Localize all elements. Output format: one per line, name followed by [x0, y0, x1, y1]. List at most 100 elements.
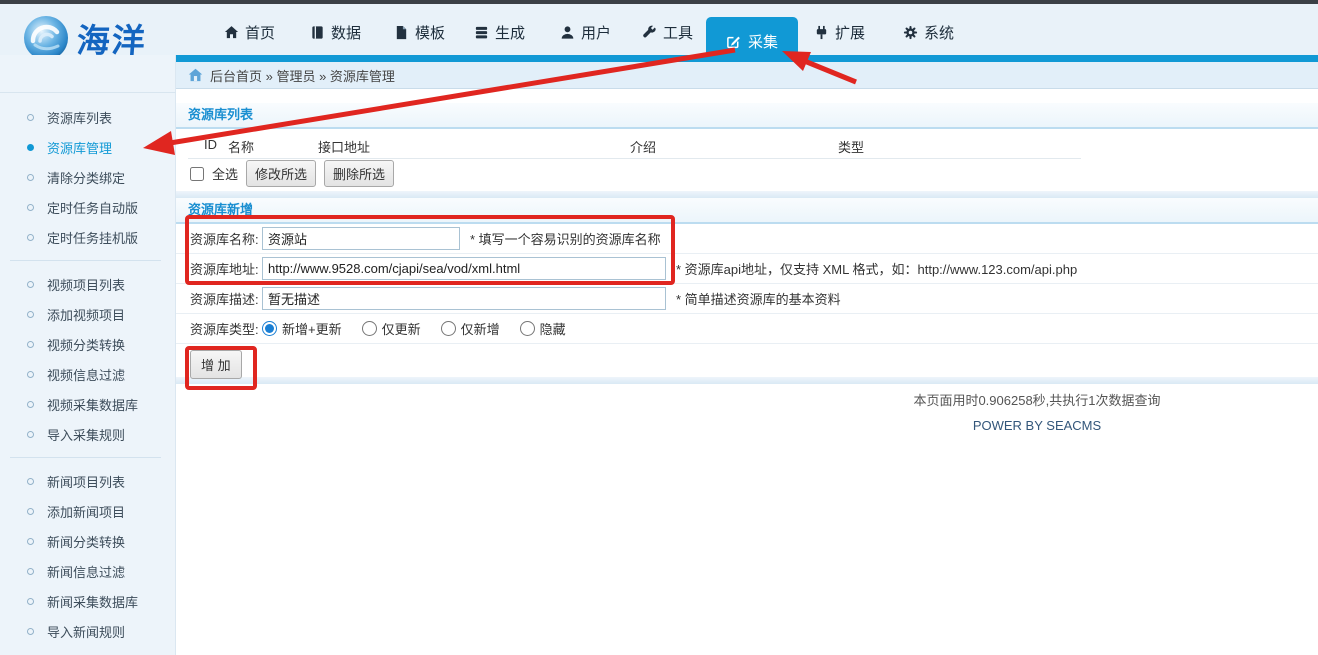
modify-selected-button[interactable]: 修改所选: [246, 160, 316, 187]
desc-label: 资源库描述:: [190, 289, 262, 308]
url-hint: * 资源库api地址，仅支持 XML 格式，如：http://www.123.c…: [676, 259, 1077, 278]
sidebar-top-rule: [0, 92, 176, 93]
sidebar-item-import-news-rules[interactable]: 导入新闻规则: [0, 616, 175, 646]
bullet-icon: [27, 114, 34, 121]
select-all-checkbox[interactable]: [190, 167, 204, 181]
column-id: ID: [204, 137, 217, 152]
generate-icon: [474, 25, 489, 40]
bullet-icon: [27, 568, 34, 575]
nav-item-template[interactable]: 模板: [394, 17, 445, 47]
page-footer: 本页面用时0.906258秒,共执行1次数据查询 POWER BY SEACMS: [752, 390, 1318, 433]
bullet-icon: [27, 508, 34, 515]
radio-update-only-input[interactable]: [362, 321, 377, 336]
desc-hint: * 简单描述资源库的基本资料: [676, 289, 841, 308]
radio-add-only[interactable]: 仅新增: [441, 319, 500, 338]
breadcrumb-text: 后台首页 » 管理员 » 资源库管理: [210, 66, 395, 85]
sidebar-item-news-collect-db[interactable]: 新闻采集数据库: [0, 586, 175, 616]
breadcrumb-home-icon: [188, 68, 203, 82]
column-api-url: 接口地址: [318, 137, 370, 156]
radio-add-update-input[interactable]: [262, 321, 277, 336]
sidebar-item-resource-list[interactable]: 资源库列表: [0, 102, 175, 132]
database-icon: [310, 25, 325, 40]
select-all-label: 全选: [212, 164, 238, 183]
column-type: 类型: [838, 137, 864, 156]
gear-icon: [903, 25, 918, 40]
bullet-icon: [27, 311, 34, 318]
sidebar-item-news-category-convert[interactable]: 新闻分类转换: [0, 526, 175, 556]
page-stats: 本页面用时0.906258秒,共执行1次数据查询: [752, 390, 1318, 409]
sidebar-item-import-collect-rules[interactable]: 导入采集规则: [0, 419, 175, 449]
submit-row: 增 加: [176, 344, 1318, 377]
resource-new-panel-title: 资源库新增: [176, 198, 1318, 224]
sidebar-item-add-video-project[interactable]: 添加视频项目: [0, 299, 175, 329]
bullet-icon: [27, 628, 34, 635]
sidebar: 资源库列表 资源库管理 清除分类绑定 定时任务自动版 定时任务挂机版 视频项目列…: [0, 55, 176, 655]
resource-url-input[interactable]: [262, 257, 666, 280]
template-icon: [394, 25, 409, 40]
header: 海洋 首页 数据 模板 生成 用户 工具 采集 扩展 系统: [0, 4, 1318, 55]
main-content: 资源库列表 ID 名称 接口地址 介绍 类型 全选 修改所选 删除所选 资源库新…: [176, 90, 1318, 655]
bullet-icon: [27, 144, 34, 151]
bullet-icon: [27, 174, 34, 181]
bullet-icon: [27, 478, 34, 485]
column-intro: 介绍: [630, 137, 656, 156]
plug-icon: [814, 25, 829, 40]
url-label: 资源库地址:: [190, 259, 262, 278]
add-button[interactable]: 增 加: [190, 350, 242, 379]
type-label: 资源库类型:: [190, 319, 262, 338]
bullet-icon: [27, 371, 34, 378]
radio-update-only[interactable]: 仅更新: [362, 319, 421, 338]
power-by: POWER BY SEACMS: [752, 418, 1318, 433]
sidebar-item-video-info-filter[interactable]: 视频信息过滤: [0, 359, 175, 389]
bullet-icon: [27, 598, 34, 605]
radio-hidden[interactable]: 隐藏: [520, 319, 566, 338]
nav-item-home[interactable]: 首页: [224, 17, 275, 47]
wrench-icon: [642, 25, 657, 40]
sidebar-item-video-project-list[interactable]: 视频项目列表: [0, 269, 175, 299]
sidebar-item-video-category-convert[interactable]: 视频分类转换: [0, 329, 175, 359]
resource-name-input[interactable]: [262, 227, 460, 250]
panel-bottom-bar: [176, 377, 1318, 384]
form-row-desc: 资源库描述: * 简单描述资源库的基本资料: [176, 284, 1318, 314]
radio-add-only-input[interactable]: [441, 321, 456, 336]
nav-item-tools[interactable]: 工具: [642, 17, 693, 47]
sidebar-divider: [10, 457, 161, 458]
list-controls-row: 全选 修改所选 删除所选: [176, 159, 1318, 188]
sidebar-item-resource-manage[interactable]: 资源库管理: [0, 132, 175, 162]
nav-item-extension[interactable]: 扩展: [814, 17, 865, 47]
nav-item-generate[interactable]: 生成: [474, 17, 525, 47]
nav-item-data[interactable]: 数据: [310, 17, 361, 47]
sidebar-item-clear-category-binding[interactable]: 清除分类绑定: [0, 162, 175, 192]
sidebar-item-news-info-filter[interactable]: 新闻信息过滤: [0, 556, 175, 586]
breadcrumb: 后台首页 » 管理员 » 资源库管理: [176, 62, 1318, 89]
home-icon: [224, 25, 239, 40]
form-row-type: 资源库类型: 新增+更新 仅更新 仅新增 隐藏: [176, 314, 1318, 344]
bullet-icon: [27, 204, 34, 211]
bullet-icon: [27, 401, 34, 408]
nav-item-system[interactable]: 系统: [903, 17, 954, 47]
bullet-icon: [27, 281, 34, 288]
sidebar-item-timed-task-auto[interactable]: 定时任务自动版: [0, 192, 175, 222]
sidebar-divider: [10, 260, 161, 261]
sidebar-item-news-project-list[interactable]: 新闻项目列表: [0, 466, 175, 496]
resource-table-header: ID 名称 接口地址 介绍 类型: [188, 129, 1081, 159]
bullet-icon: [27, 341, 34, 348]
delete-selected-button[interactable]: 删除所选: [324, 160, 394, 187]
bullet-icon: [27, 431, 34, 438]
name-hint: * 填写一个容易识别的资源库名称: [470, 229, 661, 248]
sidebar-item-video-collect-db[interactable]: 视频采集数据库: [0, 389, 175, 419]
radio-add-update[interactable]: 新增+更新: [262, 319, 342, 338]
user-icon: [560, 25, 575, 40]
panel-divider-bar: [176, 191, 1318, 198]
sidebar-item-add-news-project[interactable]: 添加新闻项目: [0, 496, 175, 526]
form-row-name: 资源库名称: * 填写一个容易识别的资源库名称: [176, 224, 1318, 254]
type-radio-group: 新增+更新 仅更新 仅新增 隐藏: [262, 319, 566, 338]
resource-desc-input[interactable]: [262, 287, 666, 310]
nav-item-user[interactable]: 用户: [560, 17, 611, 47]
sidebar-item-timed-task-hangup[interactable]: 定时任务挂机版: [0, 222, 175, 252]
column-name: 名称: [228, 137, 254, 156]
resource-list-panel-title: 资源库列表: [176, 103, 1318, 129]
radio-hidden-input[interactable]: [520, 321, 535, 336]
bullet-icon: [27, 234, 34, 241]
name-label: 资源库名称:: [190, 229, 262, 248]
